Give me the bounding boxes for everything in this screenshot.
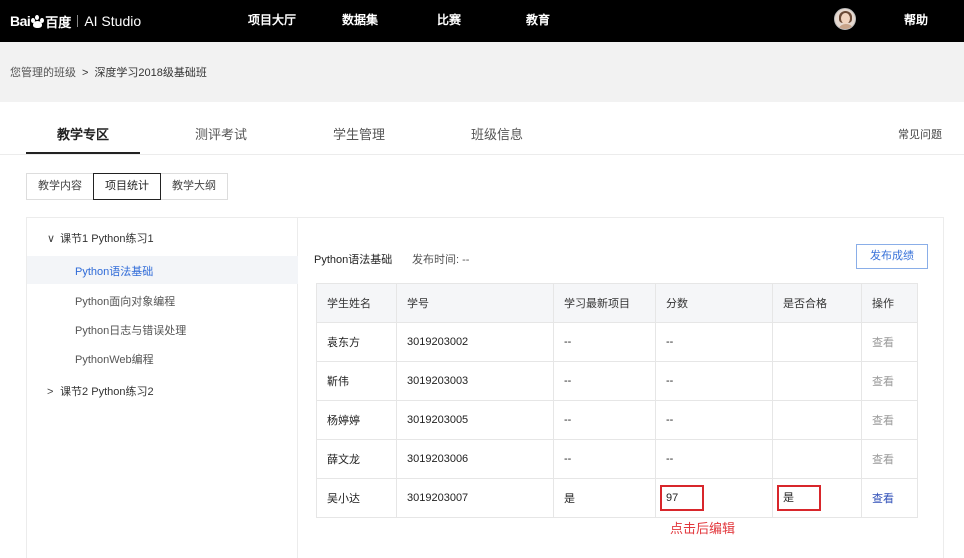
student-id: 3019203003 <box>396 361 554 401</box>
table-row: 袁东方 3019203002 -- -- 查看 <box>316 322 918 362</box>
tree-item-selected-bg <box>27 256 298 284</box>
pass-cell[interactable] <box>772 439 862 479</box>
nav-project-hall[interactable]: 项目大厅 <box>248 11 296 28</box>
breadcrumb: 您管理的班级 > 深度学习2018级基础班 <box>10 64 207 80</box>
pass-cell[interactable] <box>772 322 862 362</box>
student-id: 3019203007 <box>396 478 554 518</box>
subtab-group: 教学内容 项目统计 教学大纲 <box>26 173 228 200</box>
chevron-right-icon: > <box>47 386 54 398</box>
view-link[interactable]: 查看 <box>861 478 918 518</box>
view-link[interactable]: 查看 <box>861 322 918 362</box>
publish-grades-button[interactable]: 发布成绩 <box>856 244 928 269</box>
edit-hint-annotation: 点击后编辑 <box>670 521 736 536</box>
nav-datasets[interactable]: 数据集 <box>342 11 378 28</box>
pass-edit-input[interactable]: 是 <box>777 485 821 511</box>
tree-item-python-web[interactable]: PythonWeb编程 <box>75 351 154 367</box>
latest-project: -- <box>553 439 656 479</box>
tab-class-info[interactable]: 班级信息 <box>471 124 523 143</box>
grades-table-wrap: 学生姓名 学号 学习最新项目 分数 是否合格 操作 袁东方 3019203002… <box>316 283 918 518</box>
tab-students[interactable]: 学生管理 <box>333 124 385 143</box>
chevron-down-icon: ∨ <box>47 233 56 245</box>
table-row: 杨婷婷 3019203005 -- -- 查看 <box>316 400 918 440</box>
student-name: 杨婷婷 <box>316 400 397 440</box>
student-id: 3019203005 <box>396 400 554 440</box>
logo-bai-text: Bai <box>10 13 31 29</box>
breadcrumb-separator: > <box>82 67 89 79</box>
nav-help[interactable]: 帮助 <box>904 11 928 28</box>
publish-time: 发布时间: -- <box>412 254 470 266</box>
table-row: 薛文龙 3019203006 -- -- 查看 <box>316 439 918 479</box>
active-tab-indicator <box>26 152 140 154</box>
tab-divider <box>0 154 964 155</box>
table-header-row: 学生姓名 学号 学习最新项目 分数 是否合格 操作 <box>316 283 918 323</box>
score-cell: 97 <box>655 478 773 518</box>
pass-cell[interactable] <box>772 361 862 401</box>
tree-item-python-logging[interactable]: Python日志与错误处理 <box>75 322 186 338</box>
table-row: 吴小达 3019203007 是 97 是 查看 <box>316 478 918 518</box>
course-title: Python语法基础 <box>314 254 393 266</box>
pass-cell: 是 <box>772 478 862 518</box>
col-header-latest: 学习最新项目 <box>553 283 656 323</box>
tab-exams[interactable]: 测评考试 <box>195 124 247 143</box>
pass-cell[interactable] <box>772 400 862 440</box>
student-name: 袁东方 <box>316 322 397 362</box>
tree-section-1-label: 课节1 Python练习1 <box>60 233 154 245</box>
table-row: 靳伟 3019203003 -- -- 查看 <box>316 361 918 401</box>
breadcrumb-current: 深度学习2018级基础班 <box>94 67 207 79</box>
baidu-paw-icon <box>31 14 45 28</box>
nav-education[interactable]: 教育 <box>526 11 550 28</box>
logo-baidu-text: 百度 <box>45 14 72 30</box>
subtab-content[interactable]: 教学内容 <box>26 173 94 200</box>
score-edit-input[interactable]: 97 <box>660 485 704 511</box>
col-header-pass: 是否合格 <box>772 283 862 323</box>
faq-link[interactable]: 常见问题 <box>898 126 942 142</box>
grades-table: 学生姓名 学号 学习最新项目 分数 是否合格 操作 袁东方 3019203002… <box>316 283 918 518</box>
tab-teaching[interactable]: 教学专区 <box>57 124 109 143</box>
view-link[interactable]: 查看 <box>861 361 918 401</box>
score-cell[interactable]: -- <box>655 361 773 401</box>
col-header-id: 学号 <box>396 283 554 323</box>
col-header-name: 学生姓名 <box>316 283 397 323</box>
score-cell[interactable]: -- <box>655 400 773 440</box>
tree-item-python-basics[interactable]: Python语法基础 <box>75 263 153 279</box>
lesson-tree: ∨ 课节1 Python练习1 Python语法基础 Python面向对象编程 … <box>26 217 298 558</box>
tree-section-1[interactable]: ∨ 课节1 Python练习1 <box>47 230 154 246</box>
latest-project: -- <box>553 322 656 362</box>
score-cell[interactable]: -- <box>655 322 773 362</box>
col-header-actions: 操作 <box>861 283 918 323</box>
student-name: 薛文龙 <box>316 439 397 479</box>
baidu-ai-studio-logo[interactable]: Bai 百度 AI Studio <box>10 11 141 31</box>
latest-project: -- <box>553 400 656 440</box>
user-avatar[interactable] <box>834 8 856 30</box>
student-id: 3019203002 <box>396 322 554 362</box>
breadcrumb-parent-link[interactable]: 您管理的班级 <box>10 67 76 79</box>
student-name: 靳伟 <box>316 361 397 401</box>
subtab-syllabus[interactable]: 教学大纲 <box>160 173 228 200</box>
view-link[interactable]: 查看 <box>861 439 918 479</box>
tree-item-python-oop[interactable]: Python面向对象编程 <box>75 293 175 309</box>
nav-competitions[interactable]: 比赛 <box>437 11 461 28</box>
score-cell[interactable]: -- <box>655 439 773 479</box>
latest-project: 是 <box>553 478 656 518</box>
view-link[interactable]: 查看 <box>861 400 918 440</box>
tree-section-2[interactable]: > 课节2 Python练习2 <box>47 383 154 399</box>
logo-divider <box>77 15 79 27</box>
latest-project: -- <box>553 361 656 401</box>
tree-section-2-label: 课节2 Python练习2 <box>60 386 154 398</box>
top-nav-bar: Bai 百度 AI Studio 项目大厅 数据集 比赛 教育 帮助 <box>0 0 964 42</box>
subtab-project-stats[interactable]: 项目统计 <box>93 173 161 200</box>
student-id: 3019203006 <box>396 439 554 479</box>
col-header-score: 分数 <box>655 283 773 323</box>
student-name: 吴小达 <box>316 478 397 518</box>
logo-studio-text: AI Studio <box>84 13 142 29</box>
